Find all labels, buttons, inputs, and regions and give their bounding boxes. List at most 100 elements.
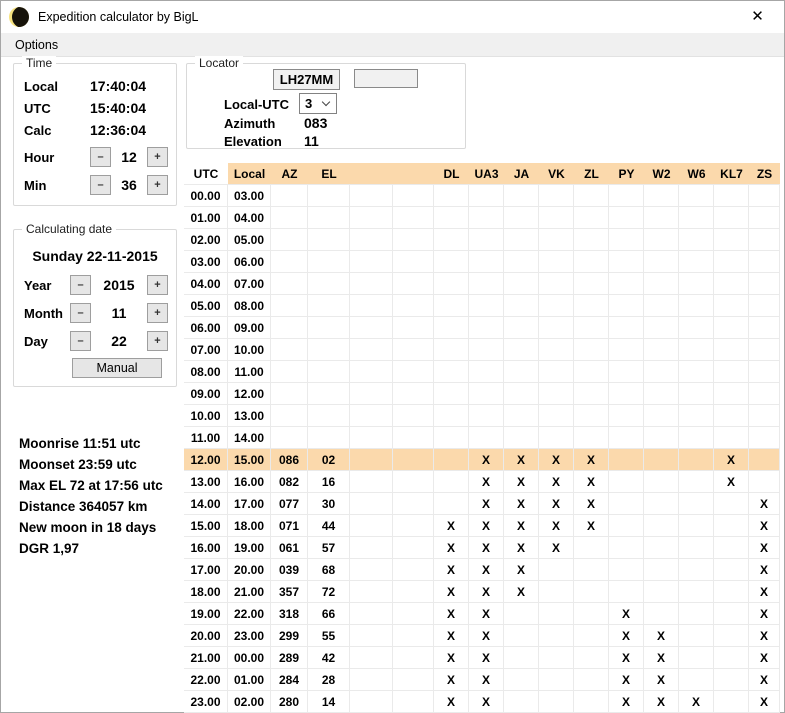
- table-cell: [609, 449, 644, 471]
- table-cell: [679, 207, 714, 229]
- menu-options[interactable]: Options: [7, 38, 66, 52]
- table-cell: [434, 229, 469, 251]
- table-cell: [714, 185, 749, 207]
- year-minus-button[interactable]: –: [70, 275, 91, 295]
- table-cell: X: [749, 691, 780, 713]
- min-label: Min: [24, 178, 90, 193]
- table-cell: [271, 207, 308, 229]
- table-cell: [393, 449, 434, 471]
- table-cell: [393, 295, 434, 317]
- table-cell: [749, 471, 780, 493]
- secondary-locator-input[interactable]: [354, 69, 418, 88]
- table-cell: [714, 691, 749, 713]
- table-cell: [679, 317, 714, 339]
- table-cell: [271, 185, 308, 207]
- table-row: 05.0008.00: [184, 295, 780, 317]
- table-cell: [644, 581, 679, 603]
- table-cell: X: [469, 603, 504, 625]
- table-cell: [609, 537, 644, 559]
- moon-app-icon: [9, 7, 29, 27]
- month-value: 11: [91, 305, 147, 321]
- table-cell: [504, 185, 539, 207]
- local-time-label: Local: [24, 79, 90, 94]
- table-cell: [714, 669, 749, 691]
- table-cell: [539, 581, 574, 603]
- table-cell: 66: [308, 603, 350, 625]
- table-cell: [749, 449, 780, 471]
- table-cell: X: [469, 537, 504, 559]
- table-cell: X: [574, 515, 609, 537]
- year-plus-button[interactable]: +: [147, 275, 168, 295]
- table-cell: [679, 493, 714, 515]
- min-plus-button[interactable]: +: [147, 175, 168, 195]
- locator-input[interactable]: [273, 69, 340, 90]
- table-cell: [609, 185, 644, 207]
- table-cell: [644, 449, 679, 471]
- table-cell: 22.00: [184, 669, 228, 691]
- table-cell: [644, 603, 679, 625]
- table-cell: [714, 559, 749, 581]
- table-row: 10.0013.00: [184, 405, 780, 427]
- table-cell: [350, 295, 393, 317]
- table-row: 06.0009.00: [184, 317, 780, 339]
- distance-text: Distance 364057 km: [19, 496, 163, 517]
- table-cell: [393, 405, 434, 427]
- table-cell: [679, 537, 714, 559]
- month-minus-button[interactable]: –: [70, 303, 91, 323]
- table-cell: [308, 229, 350, 251]
- month-plus-button[interactable]: +: [147, 303, 168, 323]
- close-button[interactable]: ✕: [735, 1, 780, 31]
- min-minus-button[interactable]: –: [90, 175, 111, 195]
- day-minus-button[interactable]: –: [70, 331, 91, 351]
- calculating-date-group: Calculating date Sunday 22-11-2015 Year …: [13, 229, 177, 387]
- table-cell: [539, 691, 574, 713]
- table-cell: 04.00: [184, 273, 228, 295]
- table-cell: 20.00: [184, 625, 228, 647]
- table-cell: [393, 251, 434, 273]
- table-cell: [644, 427, 679, 449]
- table-cell: 15.00: [228, 449, 271, 471]
- table-cell: [434, 317, 469, 339]
- calc-time-label: Calc: [24, 123, 90, 138]
- table-cell: 42: [308, 647, 350, 669]
- table-header-cell: UTC: [184, 163, 228, 185]
- table-row: 08.0011.00: [184, 361, 780, 383]
- table-cell: [609, 581, 644, 603]
- table-cell: X: [749, 559, 780, 581]
- table-cell: [350, 383, 393, 405]
- table-cell: [679, 361, 714, 383]
- local-utc-select[interactable]: 3: [299, 93, 337, 114]
- table-cell: [393, 471, 434, 493]
- table-cell: [350, 691, 393, 713]
- table-cell: [679, 229, 714, 251]
- day-plus-button[interactable]: +: [147, 331, 168, 351]
- table-cell: [714, 273, 749, 295]
- table-cell: [644, 383, 679, 405]
- table-cell: X: [504, 537, 539, 559]
- table-cell: 17.00: [184, 559, 228, 581]
- table-cell: [679, 581, 714, 603]
- table-cell: [393, 361, 434, 383]
- manual-button[interactable]: Manual: [72, 358, 162, 378]
- table-cell: 22.00: [228, 603, 271, 625]
- table-cell: [271, 273, 308, 295]
- table-cell: [679, 251, 714, 273]
- table-cell: 289: [271, 647, 308, 669]
- table-cell: [350, 207, 393, 229]
- table-cell: [714, 207, 749, 229]
- table-cell: X: [539, 537, 574, 559]
- table-cell: [574, 295, 609, 317]
- table-cell: X: [749, 515, 780, 537]
- hour-minus-button[interactable]: –: [90, 147, 111, 167]
- table-cell: 13.00: [228, 405, 271, 427]
- table-cell: [434, 427, 469, 449]
- table-cell: 09.00: [184, 383, 228, 405]
- table-cell: [434, 207, 469, 229]
- table-cell: 16.00: [228, 471, 271, 493]
- table-cell: X: [434, 625, 469, 647]
- table-cell: [714, 581, 749, 603]
- table-cell: 01.00: [184, 207, 228, 229]
- table-row: 18.0021.0035772XXXX: [184, 581, 780, 603]
- time-group: Time Local 17:40:04 UTC 15:40:04 Calc 12…: [13, 63, 177, 206]
- hour-plus-button[interactable]: +: [147, 147, 168, 167]
